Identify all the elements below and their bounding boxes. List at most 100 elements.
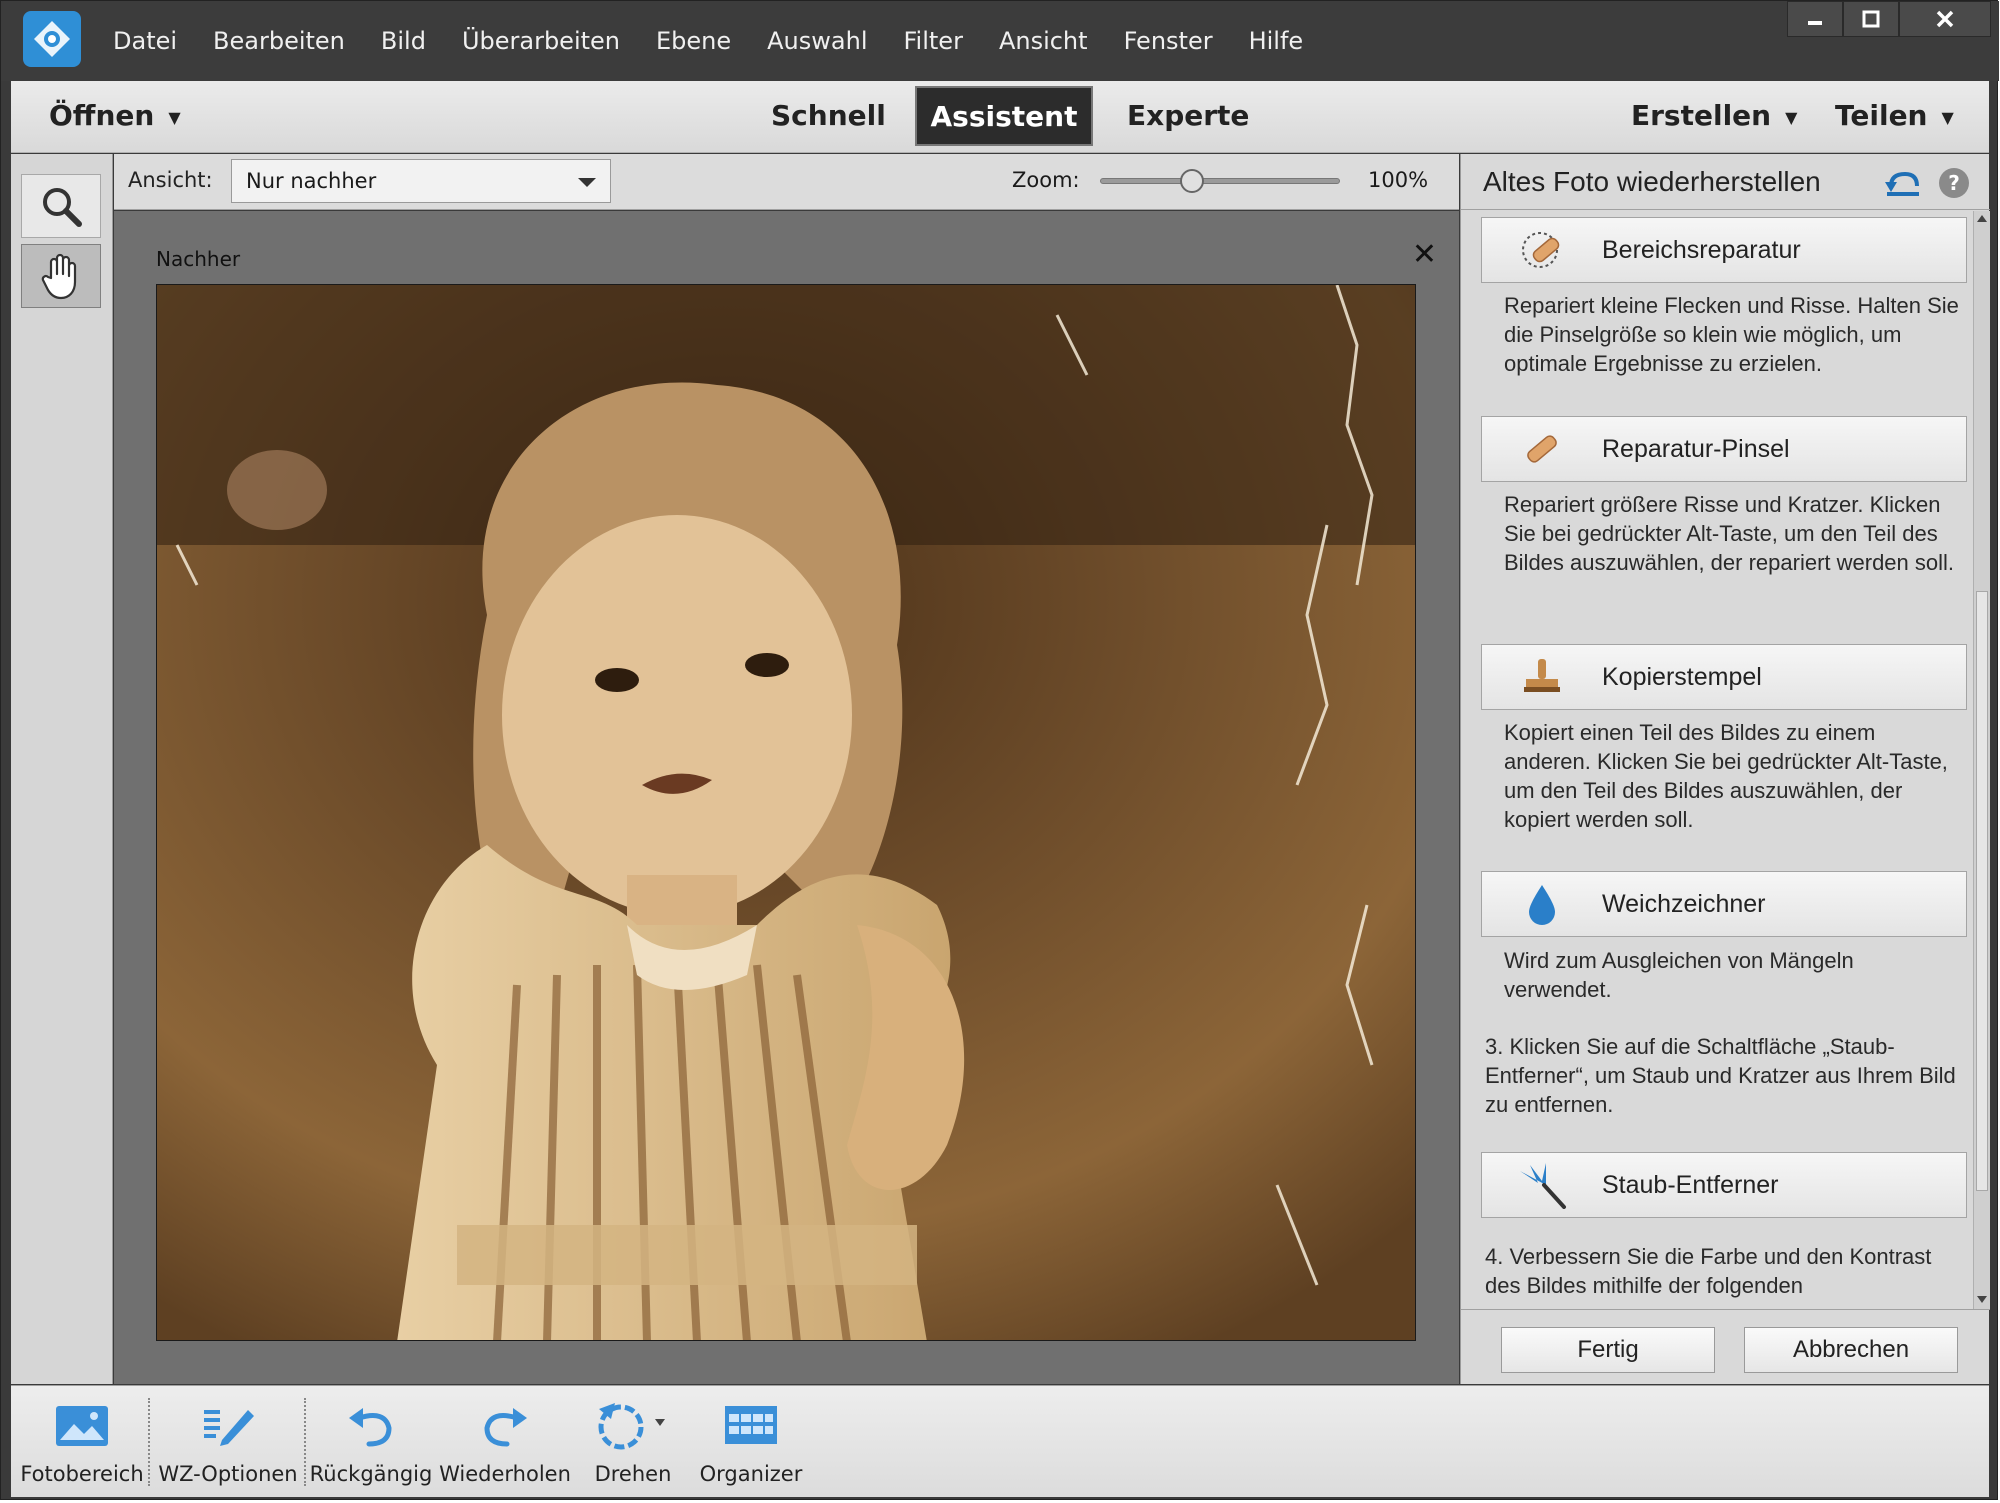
photo[interactable] [156,284,1416,1341]
menu-item-bild[interactable]: Bild [363,27,444,55]
minimize-button[interactable] [1787,1,1843,37]
chevron-down-icon: ▼ [168,107,181,127]
menu-item-auswahl[interactable]: Auswahl [749,27,885,55]
tab-quick[interactable]: Schnell [771,99,886,132]
zoom-label: Zoom: [1012,168,1080,192]
spot-healing-label: Bereichsreparatur [1602,235,1801,264]
chevron-down-icon: ▼ [1785,107,1798,127]
menu-item-filter[interactable]: Filter [886,27,981,55]
panel-content: Bereichsreparatur Repariert kleine Fleck… [1461,211,1973,1309]
mode-bar: Öffnen ▼ Schnell Assistent Experte Erstel… [11,81,1989,153]
spot-healing-button[interactable]: Bereichsreparatur [1481,217,1967,283]
create-label: Erstellen [1631,99,1772,132]
after-view-label: Nachher [156,247,241,271]
redo-button[interactable]: Wiederholen [437,1394,573,1494]
dust-scratches-icon [1482,1161,1602,1209]
done-button[interactable]: Fertig [1501,1327,1715,1373]
guided-panel: Altes Foto wiederherstellen ? Bereichsre… [1460,154,1990,1384]
dust-scratches-button[interactable]: Staub-Entferner [1481,1152,1967,1218]
zoom-slider[interactable] [1100,169,1340,193]
blur-button[interactable]: Weichzeichner [1481,871,1967,937]
old-photo-image [157,285,1415,1340]
view-label: Ansicht: [128,168,213,192]
healing-brush-label: Reparatur-Pinsel [1602,434,1790,463]
menu-item-bearbeiten[interactable]: Bearbeiten [195,27,363,55]
bottom-bar: Fotobereich WZ-Optionen Rückgängig Wiede… [11,1385,1989,1497]
rotate-label: Drehen [594,1462,672,1486]
undo-button[interactable]: Rückgängig [309,1394,433,1494]
panel-title: Altes Foto wiederherstellen [1483,166,1821,197]
redo-icon [479,1394,531,1456]
help-icon[interactable]: ? [1939,168,1969,198]
create-button[interactable]: Erstellen ▼ [1631,99,1797,132]
magnifier-icon [43,188,82,227]
image-canvas: Nachher ✕ [114,211,1459,1384]
menu-bar: Datei Bearbeiten Bild Überarbeiten Ebene… [95,1,1321,81]
maximize-icon [1862,10,1880,28]
blur-label: Weichzeichner [1602,889,1766,918]
close-icon [1936,10,1954,28]
step-4-text: 4. Verbessern Sie die Farbe und den Kont… [1485,1244,1932,1298]
view-select-value: Nur nachher [246,169,377,193]
zoom-tool-button[interactable] [21,174,101,238]
open-button[interactable]: Öffnen ▼ [49,99,181,132]
zoom-value: 100% [1368,168,1429,192]
panel-header: Altes Foto wiederherstellen ? [1461,154,1990,210]
view-select[interactable]: Nur nachher [231,159,611,203]
cancel-button[interactable]: Abbrechen [1744,1327,1958,1373]
tool-options-icon [200,1394,256,1456]
blur-drop-icon [1482,883,1602,925]
tab-expert[interactable]: Experte [1127,99,1249,132]
zoom-slider-thumb[interactable] [1180,169,1204,193]
menu-item-fenster[interactable]: Fenster [1106,27,1231,55]
rotate-button[interactable]: Drehen [583,1394,683,1494]
clone-stamp-button[interactable]: Kopierstempel [1481,644,1967,710]
spot-healing-icon [1482,228,1602,272]
spot-healing-desc: Repariert kleine Flecken und Risse. Halt… [1504,293,1959,376]
organizer-label: Organizer [699,1462,803,1486]
redo-label: Wiederholen [439,1462,571,1486]
step-3-text: 3. Klicken Sie auf die Schaltfläche „Sta… [1485,1034,1956,1117]
title-bar: Datei Bearbeiten Bild Überarbeiten Ebene… [1,1,1999,81]
chevron-down-icon: ▼ [1941,107,1954,127]
photo-bin-button[interactable]: Fotobereich [17,1394,147,1494]
healing-brush-button[interactable]: Reparatur-Pinsel [1481,416,1967,482]
menu-item-ueberarbeiten[interactable]: Überarbeiten [444,27,638,55]
minimize-icon [1808,21,1822,25]
close-view-button[interactable]: ✕ [1412,237,1437,272]
panel-scrollbar[interactable] [1973,211,1990,1309]
app-window: Datei Bearbeiten Bild Überarbeiten Ebene… [0,0,1999,1500]
tab-guided[interactable]: Assistent [915,86,1093,146]
maximize-button[interactable] [1843,1,1899,37]
menu-item-datei[interactable]: Datei [95,27,195,55]
separator [148,1398,150,1486]
dust-scratches-label: Staub-Entferner [1602,1170,1779,1199]
hand-icon [41,253,77,300]
menu-item-ansicht[interactable]: Ansicht [981,27,1106,55]
app-logo-icon[interactable] [23,11,81,67]
organizer-icon [723,1394,779,1456]
share-button[interactable]: Teilen ▼ [1835,99,1954,132]
clone-stamp-label: Kopierstempel [1602,662,1762,691]
rotate-icon [593,1394,673,1456]
blur-desc: Wird zum Ausgleichen von Mängeln verwend… [1504,948,1854,1002]
clone-stamp-icon [1482,655,1602,699]
panel-footer: Fertig Abbrechen [1461,1309,1990,1384]
scrollbar-thumb[interactable] [1976,591,1988,1191]
scroll-up-icon[interactable] [1977,215,1987,222]
healing-brush-icon [1482,427,1602,471]
close-window-button[interactable] [1899,1,1991,37]
clone-stamp-desc: Kopiert einen Teil des Bildes zu einem a… [1504,720,1948,832]
dropdown-arrow-icon [578,178,596,187]
scroll-down-icon[interactable] [1977,1296,1987,1303]
healing-brush-desc: Repariert größere Risse und Kratzer. Kli… [1504,492,1955,575]
organizer-button[interactable]: Organizer [691,1394,811,1494]
hand-tool-button[interactable] [21,244,101,308]
menu-item-ebene[interactable]: Ebene [638,27,749,55]
open-label: Öffnen [49,99,155,132]
tool-column [11,154,113,1384]
tool-options-button[interactable]: WZ-Optionen [153,1394,303,1494]
menu-item-hilfe[interactable]: Hilfe [1231,27,1322,55]
reset-icon[interactable] [1885,168,1923,202]
photo-bin-label: Fotobereich [20,1462,144,1486]
